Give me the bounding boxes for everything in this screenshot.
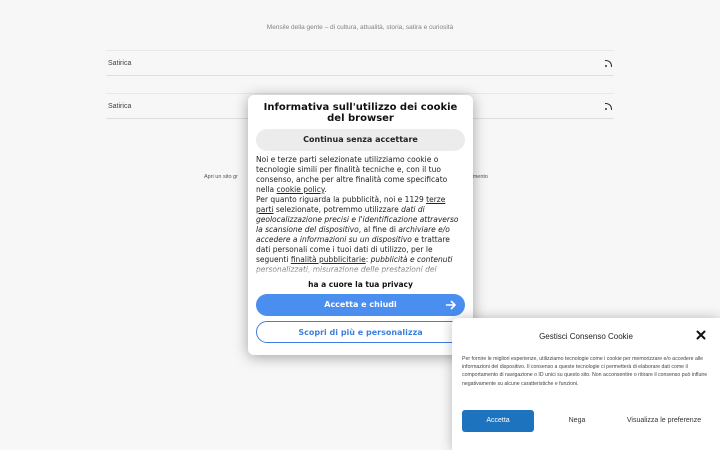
modal-title: Informativa sull'utilizzo dei cookie del… [263,102,458,124]
learn-more-customize-button[interactable]: Scopri di più e personalizza [256,321,465,343]
continue-without-accepting-button[interactable]: Continua senza accettare [256,129,465,151]
consent-deny-button[interactable]: Nega [541,410,613,432]
consent-buttons: Accetta Nega Visualizza le preferenze [462,410,708,432]
text-segment: Per quanto riguarda la pubblicità, noi e… [256,195,427,204]
consent-banner: Gestisci Consenso Cookie Per fornire le … [452,318,720,450]
arrow-right-icon [445,300,456,310]
consent-accept-button[interactable]: Accetta [462,410,534,432]
text-segment: , al fine di [358,225,399,234]
consent-text: Per fornire le migliori esperienze, util… [462,356,708,387]
modal-body-text: Noi e terze parti selezionate utilizziam… [256,155,465,277]
privacy-statement: ha a cuore la tua privacy [308,280,413,289]
view-preferences-button[interactable]: Visualizza le preferenze [620,410,708,432]
paragraph-cookies: Noi e terze parti selezionate utilizziam… [256,155,465,195]
text-segment: selezionate, potremmo utilizzare [273,205,402,214]
text-segment: . [324,185,327,194]
cookie-modal: Informativa sull'utilizzo dei cookie del… [248,95,473,355]
consent-title: Gestisci Consenso Cookie [539,332,633,341]
accept-and-close-button[interactable]: Accetta e chiudi [256,294,465,316]
cookie-policy-link[interactable]: cookie policy [277,185,325,194]
close-icon[interactable] [696,330,706,340]
text-fade [256,263,465,277]
accept-button-label: Accetta e chiudi [324,300,397,309]
